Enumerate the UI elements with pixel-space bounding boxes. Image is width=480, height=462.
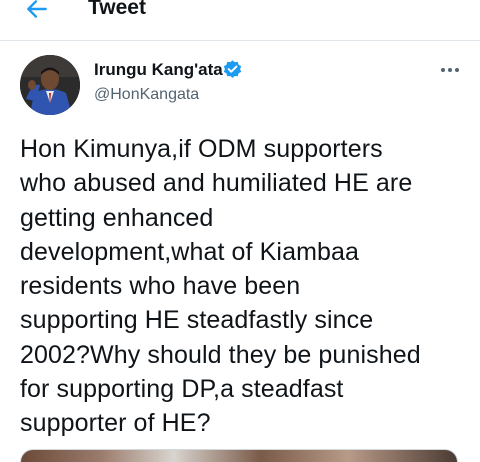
more-options-icon [441, 68, 459, 72]
page-title: Tweet [88, 0, 146, 19]
back-button[interactable] [22, 0, 52, 24]
avatar[interactable] [20, 55, 80, 115]
arrow-left-icon [27, 0, 47, 18]
tweet-media-image[interactable] [20, 449, 458, 462]
top-app-bar: Tweet [0, 0, 480, 41]
verified-badge-icon [223, 60, 242, 78]
tweet-text: Hon Kimunya,if ODM supporters who abused… [20, 135, 421, 438]
more-options-button[interactable] [438, 60, 462, 80]
author-name[interactable]: Irungu Kang'ata [94, 59, 223, 81]
user-avatar-icon [20, 55, 80, 115]
author-handle[interactable]: @HonKangata [94, 84, 199, 106]
